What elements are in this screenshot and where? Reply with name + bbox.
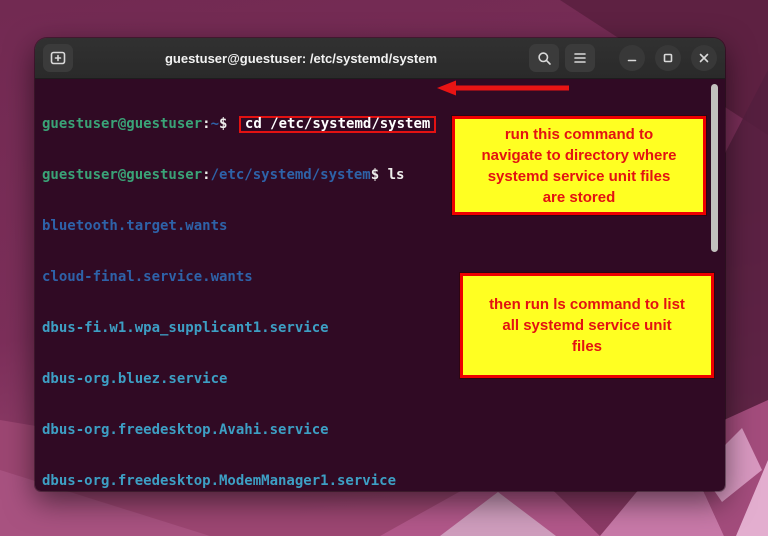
callout-line: systemd service unit files xyxy=(488,166,671,187)
hamburger-menu-icon xyxy=(573,52,587,64)
maximize-button[interactable] xyxy=(655,45,681,71)
window-title: guestuser@guestuser: /etc/systemd/system xyxy=(79,51,523,66)
listing-symlink: dbus-org.freedesktop.ModemManager1.servi… xyxy=(42,473,725,490)
prompt-home-symbol: ~ xyxy=(211,116,219,132)
listing-symlink: dbus-org.freedesktop.Avahi.service xyxy=(42,422,725,439)
callout-line: navigate to directory where xyxy=(481,145,676,166)
minimize-button[interactable] xyxy=(619,45,645,71)
prompt-separator: : xyxy=(202,167,210,183)
annotation-arrow xyxy=(437,80,569,101)
search-icon xyxy=(537,51,552,66)
prompt-user-host: guestuser@guestuser xyxy=(42,167,202,183)
terminal-scrollbar[interactable] xyxy=(711,84,718,252)
new-tab-button[interactable] xyxy=(43,44,73,72)
terminal-window: guestuser@guestuser: /etc/systemd/system xyxy=(35,38,725,491)
callout-ls-explanation: then run ls command to list all systemd … xyxy=(460,273,714,378)
close-button[interactable] xyxy=(691,45,717,71)
close-icon xyxy=(698,52,710,64)
menu-button[interactable] xyxy=(565,44,595,72)
listing-directory: bluetooth.target.wants xyxy=(42,218,725,235)
prompt-user-host: guestuser@guestuser xyxy=(42,116,202,132)
callout-line: then run ls command to list xyxy=(489,294,685,315)
minimize-icon xyxy=(626,52,638,64)
left-arrow-icon xyxy=(437,80,569,96)
prompt-separator: : xyxy=(202,116,210,132)
callout-line: are stored xyxy=(543,187,616,208)
callout-line: run this command to xyxy=(505,124,653,145)
prompt-dollar: $ xyxy=(219,116,236,132)
highlighted-cd-command: cd /etc/systemd/system xyxy=(239,116,436,133)
new-tab-icon xyxy=(50,51,66,65)
ls-command: ls xyxy=(388,167,405,183)
prompt-dollar: $ xyxy=(371,167,388,183)
prompt-cwd: /etc/systemd/system xyxy=(211,167,371,183)
callout-line: all systemd service unit xyxy=(502,315,671,336)
maximize-icon xyxy=(662,52,674,64)
callout-cd-explanation: run this command to navigate to director… xyxy=(452,116,706,215)
window-titlebar[interactable]: guestuser@guestuser: /etc/systemd/system xyxy=(35,38,725,79)
callout-line: files xyxy=(572,336,602,357)
search-button[interactable] xyxy=(529,44,559,72)
